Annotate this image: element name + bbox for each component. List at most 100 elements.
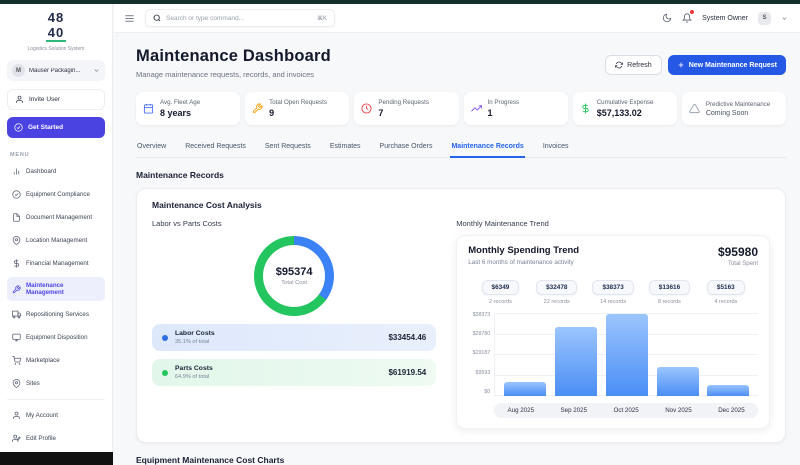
check-circle-icon <box>14 123 23 132</box>
y-tick: $19187 <box>473 351 491 356</box>
refresh-icon <box>615 61 623 69</box>
tab-purchase-orders[interactable]: Purchase Orders <box>379 138 434 157</box>
stat-card-pending-requests: Pending Requests7 <box>354 92 458 125</box>
sidebar-item-sites[interactable]: Sites <box>7 374 105 393</box>
sidebar-item-financial-management[interactable]: Financial Management <box>7 254 105 273</box>
badge-amount[interactable]: $32478 <box>536 280 577 295</box>
tab-received-requests[interactable]: Received Requests <box>184 138 247 157</box>
sidebar-item-maintenance-management[interactable]: Maintenance Management <box>7 277 105 301</box>
parts-costs-pct: 64.9% of total <box>175 374 213 380</box>
stat-value: 1 <box>488 108 520 118</box>
badge-nov: $13616 8 records <box>641 276 697 305</box>
total-cost-label: Total Cost <box>281 280 307 286</box>
notifications-bell-icon[interactable] <box>682 13 692 23</box>
user-edit-icon <box>12 434 21 443</box>
x-tick: Dec 2025 <box>718 407 745 414</box>
tab-overview[interactable]: Overview <box>136 138 167 157</box>
tab-maintenance-records[interactable]: Maintenance Records <box>450 138 524 158</box>
badge-amount[interactable]: $5163 <box>707 280 745 295</box>
maintenance-records-heading: Maintenance Records <box>136 170 786 180</box>
y-tick: $0 <box>484 390 490 395</box>
bar-nov-2025[interactable] <box>657 367 699 396</box>
stat-card-in-progress: In Progress1 <box>464 92 568 125</box>
parts-costs-amount: $61919.54 <box>388 368 426 377</box>
stat-card-total-open-requests: Total Open Requests9 <box>245 92 349 125</box>
sidebar-item-label: Marketplace <box>26 357 60 364</box>
new-request-label: New Maintenance Request <box>689 62 777 69</box>
window-top-bar <box>0 0 800 4</box>
document-icon <box>12 213 21 222</box>
x-tick: Oct 2025 <box>614 407 639 414</box>
bar-dec-2025[interactable] <box>707 385 749 396</box>
check-circle-icon <box>12 190 21 199</box>
sidebar: 48 40 Logistics Solution System M Mauser… <box>0 4 113 465</box>
badge-amount[interactable]: $6349 <box>482 280 520 295</box>
sidebar-item-label: Location Management <box>26 237 87 244</box>
org-selector[interactable]: M Mauser Packagin... <box>7 60 105 81</box>
badge-amount[interactable]: $13616 <box>649 280 690 295</box>
menu-toggle-icon[interactable] <box>124 13 135 24</box>
parts-costs-label: Parts Costs <box>175 365 213 372</box>
user-avatar[interactable]: S <box>758 12 771 25</box>
tab-estimates[interactable]: Estimates <box>329 138 362 157</box>
donut-center: $95374 Total Cost <box>263 245 325 307</box>
badge-amount[interactable]: $38373 <box>592 280 633 295</box>
labor-parts-donut[interactable]: $95374 Total Cost <box>254 236 334 316</box>
map-pin-icon <box>12 236 21 245</box>
stat-card-cumulative-expense: Cumulative Expense$57,133.02 <box>573 92 677 125</box>
total-spent-value: $95980 <box>718 245 758 259</box>
new-maintenance-request-button[interactable]: New Maintenance Request <box>668 55 786 75</box>
sidebar-item-label: Dashboard <box>26 168 56 175</box>
sidebar-item-label: My Account <box>26 412 58 419</box>
sidebar-item-edit-profile[interactable]: Edit Profile <box>7 429 105 448</box>
bar-aug-2025[interactable] <box>504 382 546 396</box>
calendar-icon <box>143 103 154 114</box>
badge-dec: $5163 4 records <box>698 276 754 305</box>
sidebar-item-equipment-compliance[interactable]: Equipment Compliance <box>7 185 105 204</box>
labor-costs-amount: $33454.46 <box>388 333 426 342</box>
logo-bottom-text: 40 <box>46 27 66 42</box>
sidebar-item-equipment-disposition[interactable]: Equipment Disposition <box>7 328 105 347</box>
sidebar-item-repositioning-services[interactable]: Repositioning Services <box>7 305 105 324</box>
bar-sep-2025[interactable] <box>555 327 597 396</box>
topbar-right: System Owner S <box>662 12 788 25</box>
tab-invoices[interactable]: Invoices <box>542 138 570 157</box>
refresh-button[interactable]: Refresh <box>605 55 662 75</box>
stat-value: 7 <box>378 108 429 118</box>
y-tick: $9593 <box>476 371 491 376</box>
bar-oct-2025[interactable] <box>606 314 648 396</box>
monthly-trend-chart-title: Monthly Maintenance Trend <box>456 219 770 228</box>
monitor-icon <box>12 333 21 342</box>
sidebar-item-label: Maintenance Management <box>26 282 100 296</box>
chevron-down-icon[interactable] <box>781 15 788 22</box>
sidebar-item-marketplace[interactable]: Marketplace <box>7 351 105 370</box>
user-icon <box>12 411 21 420</box>
sidebar-item-location-management[interactable]: Location Management <box>7 231 105 250</box>
stat-label: Predictive Maintenance <box>706 101 770 108</box>
cost-analysis-heading: Maintenance Cost Analysis <box>152 200 770 210</box>
invite-user-button[interactable]: Invite User <box>7 89 105 110</box>
get-started-button[interactable]: Get Started <box>7 117 105 138</box>
dark-mode-moon-icon[interactable] <box>662 13 672 23</box>
global-search[interactable]: ⌘K <box>145 9 335 27</box>
tab-sent-requests[interactable]: Sent Requests <box>264 138 312 157</box>
wrench-icon <box>12 285 21 294</box>
badge-oct: $38373 14 records <box>585 276 641 305</box>
dollar-icon <box>12 259 21 268</box>
sidebar-item-document-management[interactable]: Document Management <box>7 208 105 227</box>
search-input[interactable] <box>166 15 312 22</box>
month-amount-badges: $6349 2 records $32478 22 records $38373… <box>472 276 754 305</box>
page-subtitle: Manage maintenance requests, records, an… <box>136 70 331 79</box>
y-tick: $28780 <box>473 332 491 337</box>
sidebar-item-label: Edit Profile <box>26 435 56 442</box>
sidebar-item-my-account[interactable]: My Account <box>7 406 105 425</box>
y-tick: $38373 <box>473 313 491 318</box>
sidebar-item-dashboard[interactable]: Dashboard <box>7 162 105 181</box>
plus-icon <box>677 61 685 69</box>
parts-costs-row: Parts Costs 64.9% of total $61919.54 <box>152 359 436 386</box>
x-tick: Sep 2025 <box>561 407 588 414</box>
invite-user-label: Invite User <box>29 96 60 103</box>
stat-value: 8 years <box>160 108 200 118</box>
dashboard-tabs: Overview Received Requests Sent Requests… <box>136 138 786 158</box>
sidebar-item-label: Equipment Disposition <box>26 334 88 341</box>
